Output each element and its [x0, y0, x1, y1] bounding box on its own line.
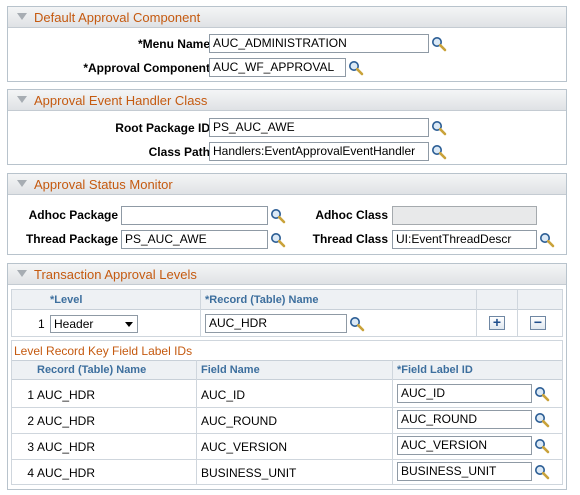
- approval-component-label: *Approval Component: [83, 61, 210, 75]
- field-name-cell: AUC_VERSION: [201, 440, 288, 454]
- thread-class-label: Thread Class: [312, 232, 388, 246]
- field-name-cell: BUSINESS_UNIT: [201, 466, 297, 480]
- lookup-icon[interactable]: [534, 412, 550, 428]
- section-header[interactable]: Transaction Approval Levels: [8, 264, 566, 285]
- approval-status-monitor-section: Approval Status Monitor Adhoc Package Ad…: [7, 173, 567, 255]
- table-row: 1 AUC_HDR AUC_ID AUC_ID: [12, 381, 562, 407]
- collapse-triangle-icon[interactable]: [17, 180, 27, 187]
- plus-icon: +: [492, 314, 502, 330]
- transaction-approval-levels-section: Transaction Approval Levels *Level *Reco…: [7, 263, 567, 490]
- menu-name-label: *Menu Name: [137, 37, 210, 51]
- row-number: 2: [27, 414, 34, 428]
- adhoc-class-label: Adhoc Class: [315, 208, 388, 222]
- field-name-cell: AUC_ID: [201, 388, 246, 402]
- record-column-header[interactable]: *Record (Table) Name: [205, 294, 319, 306]
- lookup-icon[interactable]: [539, 232, 555, 248]
- adhoc-class-input: [392, 206, 537, 225]
- add-row-button[interactable]: +: [489, 314, 505, 330]
- thread-package-input[interactable]: PS_AUC_AWE: [121, 230, 268, 249]
- lookup-icon[interactable]: [431, 144, 447, 160]
- field-name-cell: AUC_ROUND: [201, 414, 278, 428]
- field-label-id-column-header[interactable]: *Field Label ID: [397, 364, 473, 376]
- thread-class-input[interactable]: UI:EventThreadDescr: [392, 230, 537, 249]
- record-name-cell: AUC_HDR: [37, 388, 96, 402]
- collapse-triangle-icon[interactable]: [17, 13, 27, 20]
- record-column-header[interactable]: Record (Table) Name: [37, 364, 146, 376]
- approval-event-handler-section: Approval Event Handler Class Root Packag…: [7, 89, 567, 165]
- root-package-label: Root Package ID: [115, 121, 210, 135]
- approval-component-input[interactable]: AUC_WF_APPROVAL: [209, 58, 346, 77]
- field-label-id-input[interactable]: AUC_VERSION: [397, 436, 532, 455]
- lookup-icon[interactable]: [534, 438, 550, 454]
- row-number: 1: [38, 317, 45, 331]
- levels-grid: *Level *Record (Table) Name 1 Header AUC…: [11, 289, 563, 337]
- table-row: 3 AUC_HDR AUC_VERSION AUC_VERSION: [12, 433, 562, 459]
- section-header[interactable]: Approval Event Handler Class: [8, 90, 566, 111]
- lookup-icon[interactable]: [270, 208, 286, 224]
- lookup-icon[interactable]: [349, 316, 365, 332]
- lookup-icon[interactable]: [534, 464, 550, 480]
- table-row: 2 AUC_HDR AUC_ROUND AUC_ROUND: [12, 407, 562, 433]
- level-column-header[interactable]: *Level: [50, 294, 82, 306]
- record-name-cell: AUC_HDR: [37, 440, 96, 454]
- row-number: 1: [27, 388, 34, 402]
- delete-row-button[interactable]: −: [530, 314, 546, 330]
- field-label-id-input[interactable]: AUC_ID: [397, 384, 532, 403]
- field-label-id-input[interactable]: AUC_ROUND: [397, 410, 532, 429]
- menu-name-input[interactable]: AUC_ADMINISTRATION: [209, 34, 429, 53]
- section-title: Approval Event Handler Class: [34, 93, 208, 108]
- chevron-down-icon: [125, 322, 133, 327]
- collapse-triangle-icon[interactable]: [17, 270, 27, 277]
- section-header[interactable]: Approval Status Monitor: [8, 174, 566, 195]
- default-approval-component-section: Default Approval Component *Menu Name AU…: [7, 6, 567, 82]
- lookup-icon[interactable]: [348, 60, 364, 76]
- minus-icon: −: [533, 314, 543, 330]
- record-name-cell: AUC_HDR: [37, 466, 96, 480]
- class-path-label: Class Path: [148, 145, 210, 159]
- table-row: 4 AUC_HDR BUSINESS_UNIT BUSINESS_UNIT: [12, 459, 562, 485]
- level-select[interactable]: Header: [50, 315, 138, 333]
- adhoc-package-input[interactable]: [121, 206, 268, 225]
- level-select-value: Header: [54, 317, 94, 331]
- key-field-grid-title: Level Record Key Field Label IDs: [14, 344, 193, 358]
- section-title: Transaction Approval Levels: [34, 267, 197, 282]
- thread-package-label: Thread Package: [25, 232, 118, 246]
- row-number: 4: [27, 466, 34, 480]
- section-title: Default Approval Component: [34, 10, 201, 25]
- record-name-cell: AUC_HDR: [37, 414, 96, 428]
- lookup-icon[interactable]: [431, 120, 447, 136]
- root-package-input[interactable]: PS_AUC_AWE: [209, 118, 429, 137]
- lookup-icon[interactable]: [431, 36, 447, 52]
- field-name-column-header[interactable]: Field Name: [201, 364, 260, 376]
- lookup-icon[interactable]: [270, 232, 286, 248]
- section-title: Approval Status Monitor: [34, 177, 173, 192]
- key-field-grid: Level Record Key Field Label IDs Record …: [11, 340, 563, 485]
- record-name-input[interactable]: AUC_HDR: [205, 314, 347, 333]
- field-label-id-input[interactable]: BUSINESS_UNIT: [397, 462, 532, 481]
- row-number: 3: [27, 440, 34, 454]
- adhoc-package-label: Adhoc Package: [28, 208, 118, 222]
- section-header[interactable]: Default Approval Component: [8, 7, 566, 28]
- collapse-triangle-icon[interactable]: [17, 96, 27, 103]
- lookup-icon[interactable]: [534, 386, 550, 402]
- class-path-input[interactable]: Handlers:EventApprovalEventHandler: [209, 142, 429, 161]
